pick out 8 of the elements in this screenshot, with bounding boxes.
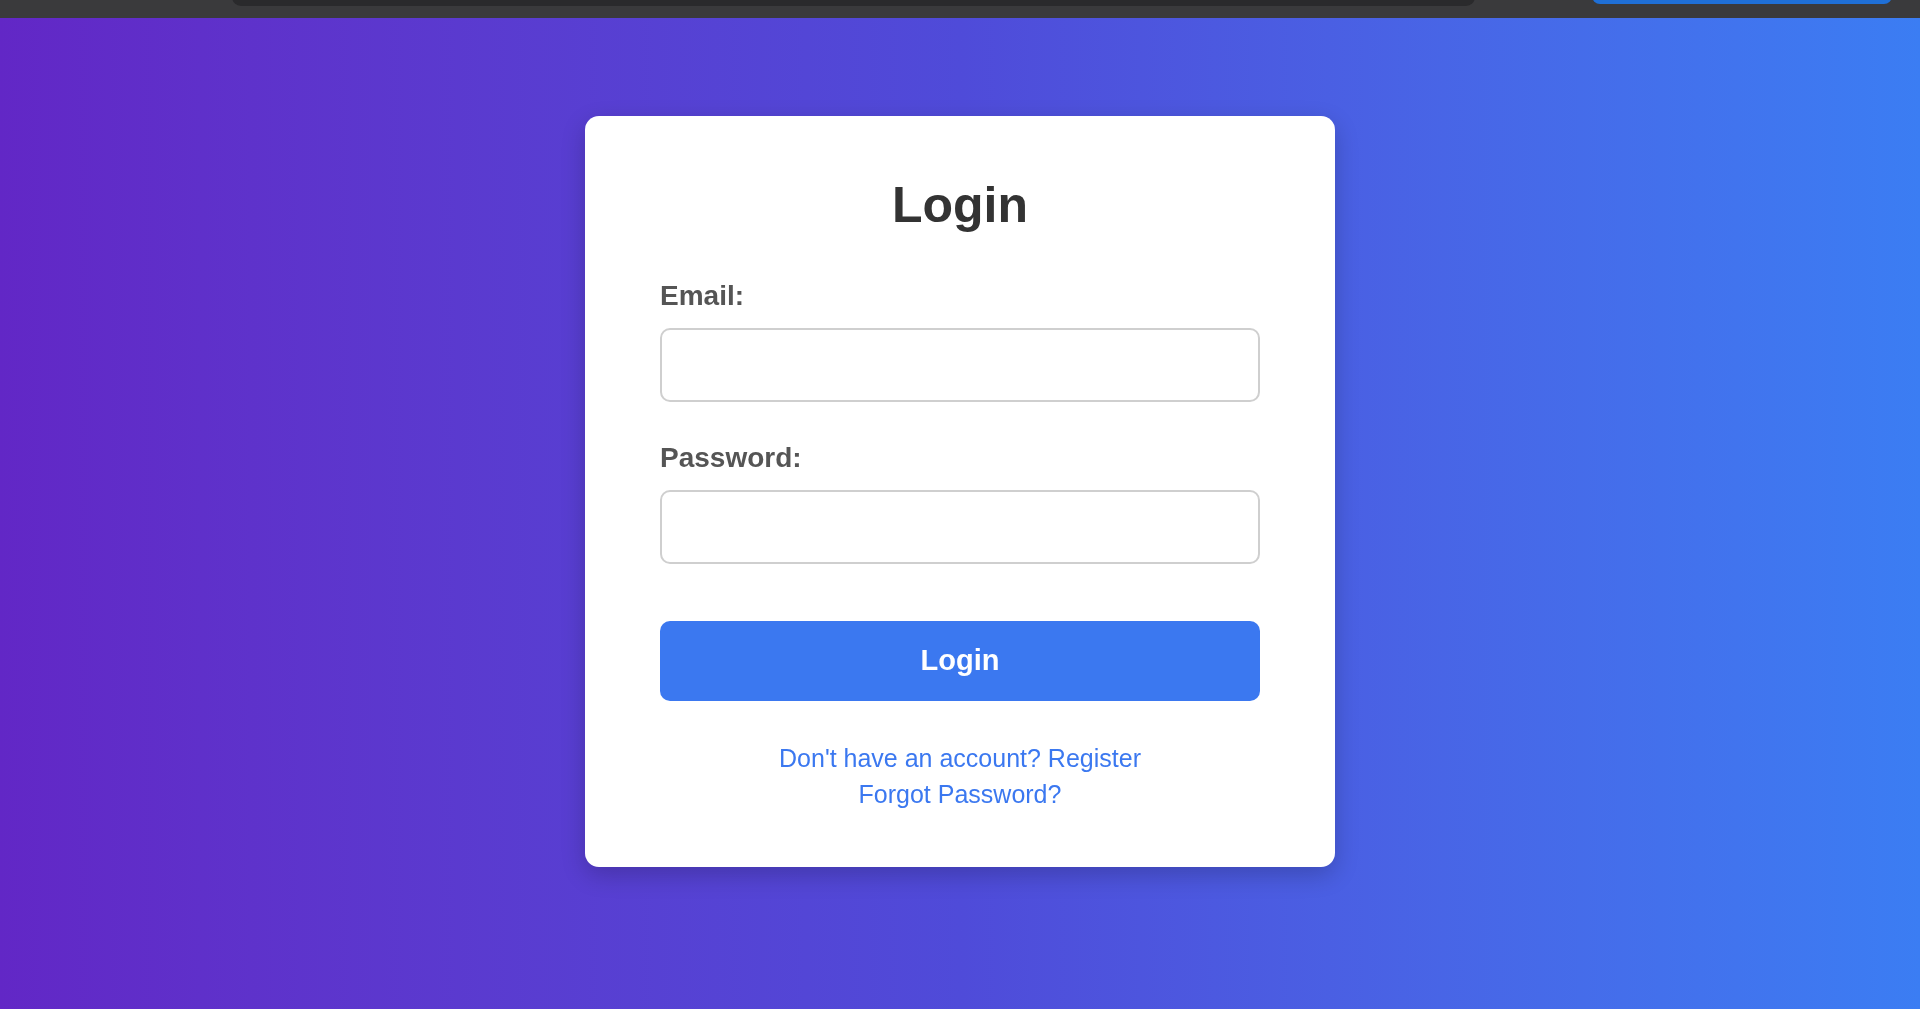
register-link[interactable]: Don't have an account? Register [779,743,1141,773]
email-field[interactable] [660,328,1260,402]
login-button[interactable]: Login [660,621,1260,701]
password-field[interactable] [660,490,1260,564]
field-label: Email: [660,282,745,310]
forgot-password-link[interactable]: Forgot Password? [858,779,1062,809]
login-title: Login [891,180,1029,230]
field-label: Password: [660,444,802,472]
